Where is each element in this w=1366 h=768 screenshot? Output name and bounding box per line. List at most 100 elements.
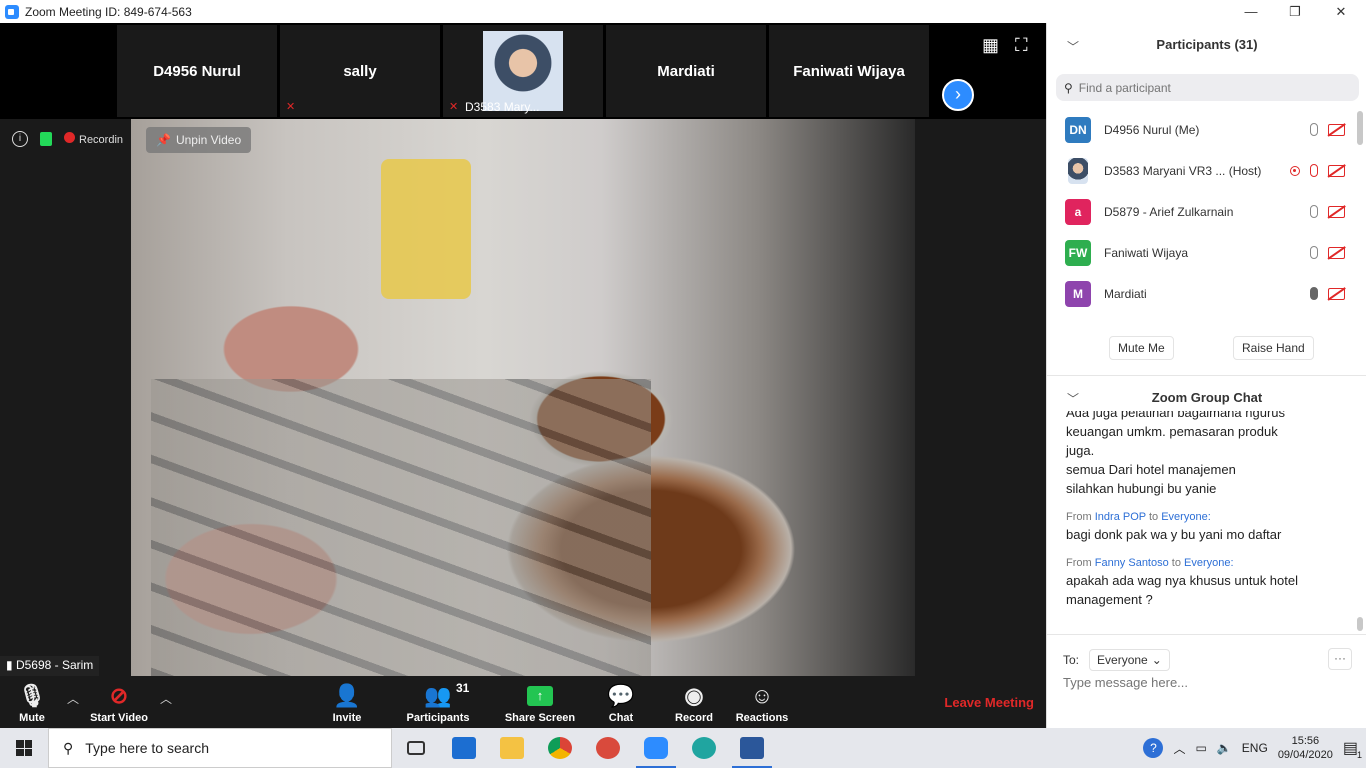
video-tile[interactable]: Mardiati: [606, 25, 766, 117]
meeting-status: i Recordin: [12, 131, 123, 147]
participants-icon: 👥: [424, 683, 452, 708]
speaker-name-label: ▮ D5698 - Sarim: [0, 656, 100, 676]
taskbar-chrome[interactable]: [536, 728, 584, 768]
window-title: Zoom Meeting ID: 849-674-563: [25, 4, 192, 19]
help-icon[interactable]: ?: [1143, 738, 1164, 758]
mute-me-button[interactable]: Mute Me: [1109, 336, 1174, 360]
tray-expand-icon[interactable]: ︿: [1173, 740, 1185, 757]
chat-more-button[interactable]: ···: [1328, 648, 1352, 670]
participant-row[interactable]: D3583 Maryani VR3 ... (Host): [1047, 150, 1366, 191]
recording-icon: [64, 132, 75, 143]
panel-divider: [1047, 634, 1366, 635]
reactions-button[interactable]: ☺ Reactions: [733, 676, 791, 728]
lock-icon[interactable]: [40, 132, 52, 146]
share-screen-button[interactable]: ↑ Share Screen: [504, 676, 576, 728]
chat-sender: From Indra POP to Everyone:: [1066, 511, 1211, 523]
fullscreen-icon[interactable]: ⛶: [1015, 35, 1028, 56]
video-options-caret[interactable]: ︿: [160, 690, 172, 707]
info-icon[interactable]: i: [12, 131, 28, 147]
zoom-logo-icon: [5, 4, 19, 19]
mail-icon: [452, 737, 476, 759]
participant-row[interactable]: DN D4956 Nurul (Me): [1047, 109, 1366, 150]
notifications-button[interactable]: ▤ 1: [1343, 738, 1362, 760]
clock-time: 15:56: [1291, 735, 1320, 747]
taskbar-search[interactable]: ⚲ Type here to search: [48, 728, 392, 768]
chat-line: keuangan umkm. pemasaran produk: [1066, 424, 1278, 439]
grid-view-icon[interactable]: ▦: [982, 35, 999, 56]
volume-icon[interactable]: 🔈: [1217, 741, 1232, 755]
audio-options-caret[interactable]: ︿: [67, 690, 79, 707]
invite-button[interactable]: 👤 Invite: [328, 676, 366, 728]
taskbar-edge[interactable]: [680, 728, 728, 768]
participant-row[interactable]: FW Faniwati Wijaya: [1047, 232, 1366, 273]
chrome-icon: [548, 737, 572, 759]
microphone-icon: [1310, 287, 1318, 300]
meeting-toolbar: 🎙 Mute ︿ ⊘ Start Video ︿ 👤 Invite 👥 Part…: [0, 676, 1046, 728]
chat-message-input[interactable]: [1063, 675, 1353, 690]
record-icon: ◉: [684, 683, 704, 708]
participants-title: Participants (31): [1156, 37, 1258, 52]
windows-taskbar: ⚲ Type here to search ? ︿ ▭ 🔈 ENG 15:56 …: [0, 728, 1366, 768]
clock[interactable]: 15:56 09/04/2020: [1278, 734, 1333, 762]
chat-icon: 💬: [607, 683, 635, 708]
participants-scrollbar[interactable]: [1357, 111, 1363, 145]
taskbar-file-explorer[interactable]: [488, 728, 536, 768]
video-tile[interactable]: ✕ D3583 Mary...: [443, 25, 603, 117]
language-indicator[interactable]: ENG: [1242, 741, 1268, 755]
record-button[interactable]: ◉ Record: [672, 676, 716, 728]
chat-scrollbar[interactable]: [1357, 617, 1363, 631]
mute-button[interactable]: 🎙 Mute: [14, 676, 50, 728]
microphone-icon: [1310, 205, 1318, 218]
leave-meeting-button[interactable]: Leave Meeting: [944, 695, 1034, 710]
taskbar-word[interactable]: [728, 728, 776, 768]
video-off-icon: [1328, 246, 1345, 259]
recording-indicator: Recordin: [64, 132, 123, 146]
chat-line: semua Dari hotel manajemen: [1066, 462, 1236, 477]
taskbar-search-placeholder: Type here to search: [85, 740, 210, 756]
active-speaker-video[interactable]: [131, 119, 915, 676]
avatar: M: [1065, 280, 1091, 307]
video-tile[interactable]: D4956 Nurul: [117, 25, 277, 117]
microphone-icon: [1310, 246, 1318, 259]
chat-sender: From Fanny Santoso to Everyone:: [1066, 557, 1234, 569]
system-tray: ? ︿ ▭ 🔈 ENG 15:56 09/04/2020 ▤ 1: [1143, 728, 1366, 768]
task-view-button[interactable]: [392, 728, 440, 768]
title-bar: Zoom Meeting ID: 849-674-563 — ❐ ✕: [0, 0, 1366, 23]
next-page-button[interactable]: ›: [942, 79, 974, 111]
microphone-icon: 🎙: [18, 683, 46, 708]
avatar: [1068, 157, 1088, 184]
paint-icon: [596, 737, 620, 759]
participant-search[interactable]: ⚲: [1056, 74, 1359, 101]
unpin-video-button[interactable]: 📌 Unpin Video: [146, 127, 252, 153]
windows-logo-icon: [16, 740, 32, 756]
taskbar-paint[interactable]: [584, 728, 632, 768]
tile-name: sally: [343, 62, 377, 80]
start-button[interactable]: [0, 728, 48, 768]
taskbar-mail[interactable]: [440, 728, 488, 768]
signal-icon: ▮: [6, 658, 16, 672]
close-button[interactable]: ✕: [1318, 0, 1364, 23]
raise-hand-button[interactable]: Raise Hand: [1233, 336, 1314, 360]
participant-search-input[interactable]: [1078, 80, 1339, 95]
mic-muted-icon: [1310, 164, 1318, 177]
restore-button[interactable]: ❐: [1272, 0, 1318, 23]
video-tile[interactable]: sally ✕: [280, 25, 440, 117]
participant-row[interactable]: a D5879 - Arief Zulkarnain: [1047, 191, 1366, 232]
start-video-button[interactable]: ⊘ Start Video: [86, 676, 152, 728]
to-label: To:: [1063, 653, 1080, 667]
battery-icon[interactable]: ▭: [1196, 741, 1207, 755]
avatar: a: [1065, 198, 1091, 225]
tile-name: D3583 Mary...: [465, 100, 540, 114]
taskbar-zoom[interactable]: [632, 728, 680, 768]
chat-message: bagi donk pak wa y bu yani mo daftar: [1066, 527, 1282, 542]
minimize-button[interactable]: —: [1228, 0, 1274, 23]
video-off-icon: ⊘: [109, 683, 129, 708]
video-off-icon: [1328, 164, 1345, 177]
chat-line: silahkan hubungi bu yanie: [1066, 481, 1217, 496]
notification-count: 1: [1356, 750, 1362, 760]
chat-button[interactable]: 💬 Chat: [602, 676, 640, 728]
participant-row[interactable]: M Mardiati: [1047, 273, 1366, 314]
video-tile[interactable]: Faniwati Wijaya: [769, 25, 929, 117]
recipient-select[interactable]: Everyone ⌄: [1089, 649, 1170, 671]
chat-title: Zoom Group Chat: [1151, 390, 1263, 405]
